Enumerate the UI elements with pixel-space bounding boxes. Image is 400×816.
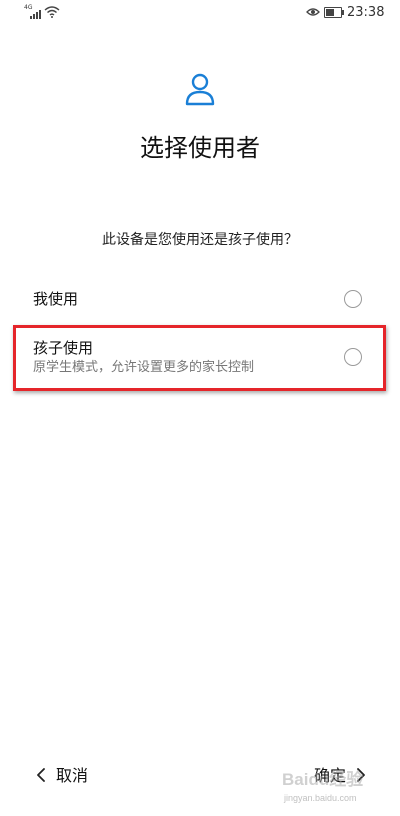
status-bar: 4G 23:38 [0, 0, 400, 26]
wifi-icon [44, 6, 60, 18]
watermark-url: jingyan.baidu.com [284, 793, 357, 803]
page-title: 选择使用者 [140, 134, 260, 162]
option-label: 孩子使用 [33, 339, 94, 357]
confirm-button[interactable]: 确定 [312, 762, 372, 790]
option-description: 原学生模式，允许设置更多的家长控制 [33, 360, 255, 375]
chevron-right-icon [357, 768, 365, 782]
cancel-button[interactable]: 取消 [34, 762, 104, 790]
confirm-label: 确定 [314, 766, 347, 785]
eye-icon [306, 8, 320, 16]
option-self-use[interactable]: 我使用 [0, 280, 400, 318]
option-label: 我使用 [33, 290, 79, 308]
chevron-left-icon [37, 768, 45, 782]
user-icon [185, 73, 215, 106]
radio-button-self[interactable] [344, 290, 362, 308]
option-child-use[interactable]: 孩子使用 原学生模式，允许设置更多的家长控制 [0, 332, 400, 384]
question-text: 此设备是您使用还是孩子使用？ [102, 232, 298, 248]
cancel-label: 取消 [56, 766, 89, 785]
radio-button-child[interactable] [344, 348, 362, 366]
battery-icon [324, 7, 344, 18]
status-time: 23:38 [347, 5, 385, 20]
